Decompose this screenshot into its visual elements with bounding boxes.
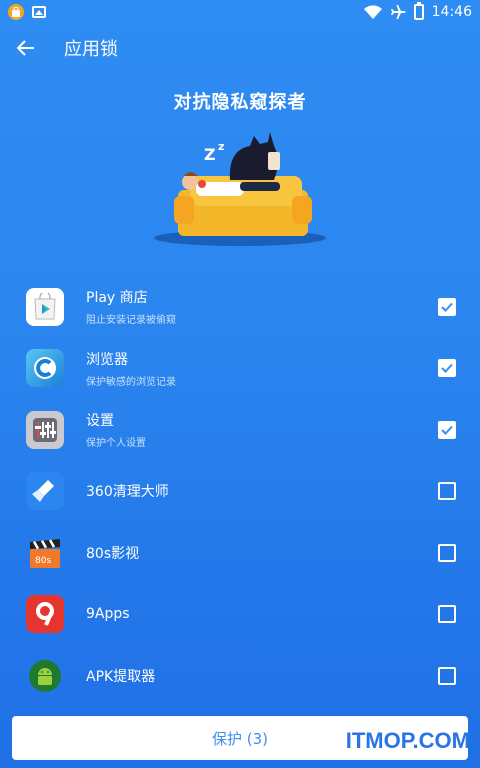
watermark: ITMOP.COM — [345, 728, 470, 753]
app-desc: 保护个人设置 — [86, 438, 146, 450]
lock-checkbox[interactable] — [438, 543, 456, 562]
app-row-9apps[interactable]: 9Apps — [0, 584, 480, 646]
settings-icon — [26, 410, 64, 449]
lock-checkbox[interactable] — [438, 420, 456, 439]
app-row-cleaner[interactable]: 360清理大师 — [0, 461, 480, 523]
lock-checkbox[interactable] — [438, 297, 456, 316]
app-name: Play 商店 — [86, 290, 148, 307]
privacy-illustration: Z z — [154, 132, 326, 246]
lock-checkbox[interactable] — [438, 359, 456, 378]
app-name: 浏览器 — [86, 351, 128, 368]
app-row-browser[interactable]: 浏览器 保护敏感的浏览记录 — [0, 338, 480, 400]
page-title: 应用锁 — [64, 39, 118, 60]
airplane-icon — [390, 5, 406, 19]
app-name: 9Apps — [86, 606, 130, 623]
app-name: 360清理大师 — [86, 484, 169, 501]
nine-apps-icon — [26, 595, 64, 634]
broom-icon — [26, 472, 64, 511]
app-desc: 保护敏感的浏览记录 — [86, 376, 176, 388]
app-row-apk-extractor[interactable]: APK提取器 — [0, 645, 480, 707]
status-time: 14:46 — [431, 4, 472, 20]
lock-checkbox[interactable] — [438, 666, 456, 685]
svg-text:Z: Z — [204, 145, 216, 164]
svg-text:z: z — [218, 140, 224, 153]
notification-badge-icon — [8, 4, 24, 20]
browser-icon — [26, 349, 64, 388]
app-row-settings[interactable]: 设置 保护个人设置 — [0, 399, 480, 461]
lock-checkbox[interactable] — [438, 482, 456, 501]
play-store-icon — [26, 287, 64, 326]
app-bar: 应用锁 — [0, 24, 480, 72]
image-notification-icon — [32, 6, 46, 18]
wifi-icon — [363, 5, 382, 19]
app-row-80s[interactable]: 80s 80s影视 — [0, 522, 480, 584]
svg-text:80s: 80s — [35, 556, 51, 566]
app-name: 设置 — [86, 413, 114, 430]
hero-title: 对抗隐私窥探者 — [173, 92, 307, 113]
app-desc: 阻止安装记录被偷窥 — [86, 315, 176, 327]
app-list: Play 商店 阻止安装记录被偷窥 浏览器 保护敏感的浏览记录 设置 保护个人设… — [0, 276, 480, 707]
app-name: APK提取器 — [86, 668, 156, 685]
app-name: 80s影视 — [86, 545, 140, 562]
battery-icon — [413, 2, 424, 20]
clapperboard-icon: 80s — [26, 534, 64, 572]
back-arrow-icon[interactable] — [14, 36, 38, 60]
status-bar: 14:46 — [0, 0, 480, 24]
lock-checkbox[interactable] — [438, 605, 456, 624]
android-icon — [26, 657, 64, 695]
app-row-play-store[interactable]: Play 商店 阻止安装记录被偷窥 — [0, 276, 480, 338]
